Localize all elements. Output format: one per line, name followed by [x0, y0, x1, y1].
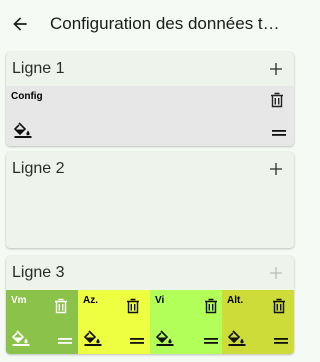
row-label: Ligne 3 — [12, 264, 65, 281]
drag-handle-icon — [204, 338, 218, 344]
tile-color-button[interactable] — [12, 330, 30, 346]
tile-name: Config — [11, 91, 43, 102]
data-tile-config[interactable]: Config — [6, 86, 294, 146]
trash-icon — [127, 298, 139, 314]
drag-handle-icon — [130, 338, 144, 344]
row-card-ligne-1: Ligne 1 Config — [6, 52, 294, 146]
paint-bucket-icon — [84, 330, 102, 346]
row-card-ligne-2: Ligne 2 — [6, 152, 294, 248]
trash-icon — [55, 298, 67, 314]
drag-handle-icon — [58, 338, 72, 344]
trash-icon — [271, 92, 283, 108]
data-tile-az[interactable]: Az. — [78, 290, 150, 354]
tile-color-button[interactable] — [14, 122, 32, 138]
tile-name: Alt. — [227, 295, 244, 306]
drag-handle[interactable] — [272, 130, 286, 136]
add-button-disabled[interactable] — [266, 263, 286, 283]
drag-handle[interactable] — [204, 338, 218, 344]
drag-handle-icon — [272, 130, 286, 136]
tile-color-button[interactable] — [156, 330, 174, 346]
page-title: Configuration des données te… — [50, 14, 282, 33]
delete-tile-button[interactable] — [126, 298, 140, 314]
tile-name: Vi — [155, 295, 165, 306]
tile-color-button[interactable] — [228, 330, 246, 346]
data-tile-vi[interactable]: Vi — [150, 290, 222, 354]
drag-handle[interactable] — [274, 338, 288, 344]
tile-name: Vm — [11, 295, 27, 306]
drag-handle[interactable] — [58, 338, 72, 344]
plus-icon — [270, 267, 282, 279]
tile-name: Az. — [83, 295, 98, 306]
delete-tile-button[interactable] — [272, 298, 286, 314]
back-button[interactable] — [0, 0, 40, 48]
row-label: Ligne 1 — [12, 60, 65, 77]
row-card-ligne-3: Ligne 3 Vm Az. Vi Alt. — [6, 256, 294, 354]
trash-icon — [273, 298, 285, 314]
drag-handle[interactable] — [130, 338, 144, 344]
data-tile-vm[interactable]: Vm — [6, 290, 78, 354]
trash-icon — [205, 298, 217, 314]
arrow-left-icon — [13, 17, 27, 31]
delete-tile-button[interactable] — [204, 298, 218, 314]
paint-bucket-icon — [12, 330, 30, 346]
paint-bucket-icon — [156, 330, 174, 346]
data-tile-alt[interactable]: Alt. — [222, 290, 294, 354]
plus-icon — [270, 163, 282, 175]
delete-tile-button[interactable] — [54, 298, 68, 314]
delete-tile-button[interactable] — [270, 92, 284, 108]
drag-handle-icon — [274, 338, 288, 344]
plus-icon — [270, 63, 282, 75]
add-button[interactable] — [266, 59, 286, 79]
paint-bucket-icon — [14, 122, 32, 138]
app-bar: Configuration des données te… — [0, 0, 300, 48]
row-label: Ligne 2 — [12, 160, 65, 177]
tile-color-button[interactable] — [84, 330, 102, 346]
paint-bucket-icon — [228, 330, 246, 346]
add-button[interactable] — [266, 159, 286, 179]
